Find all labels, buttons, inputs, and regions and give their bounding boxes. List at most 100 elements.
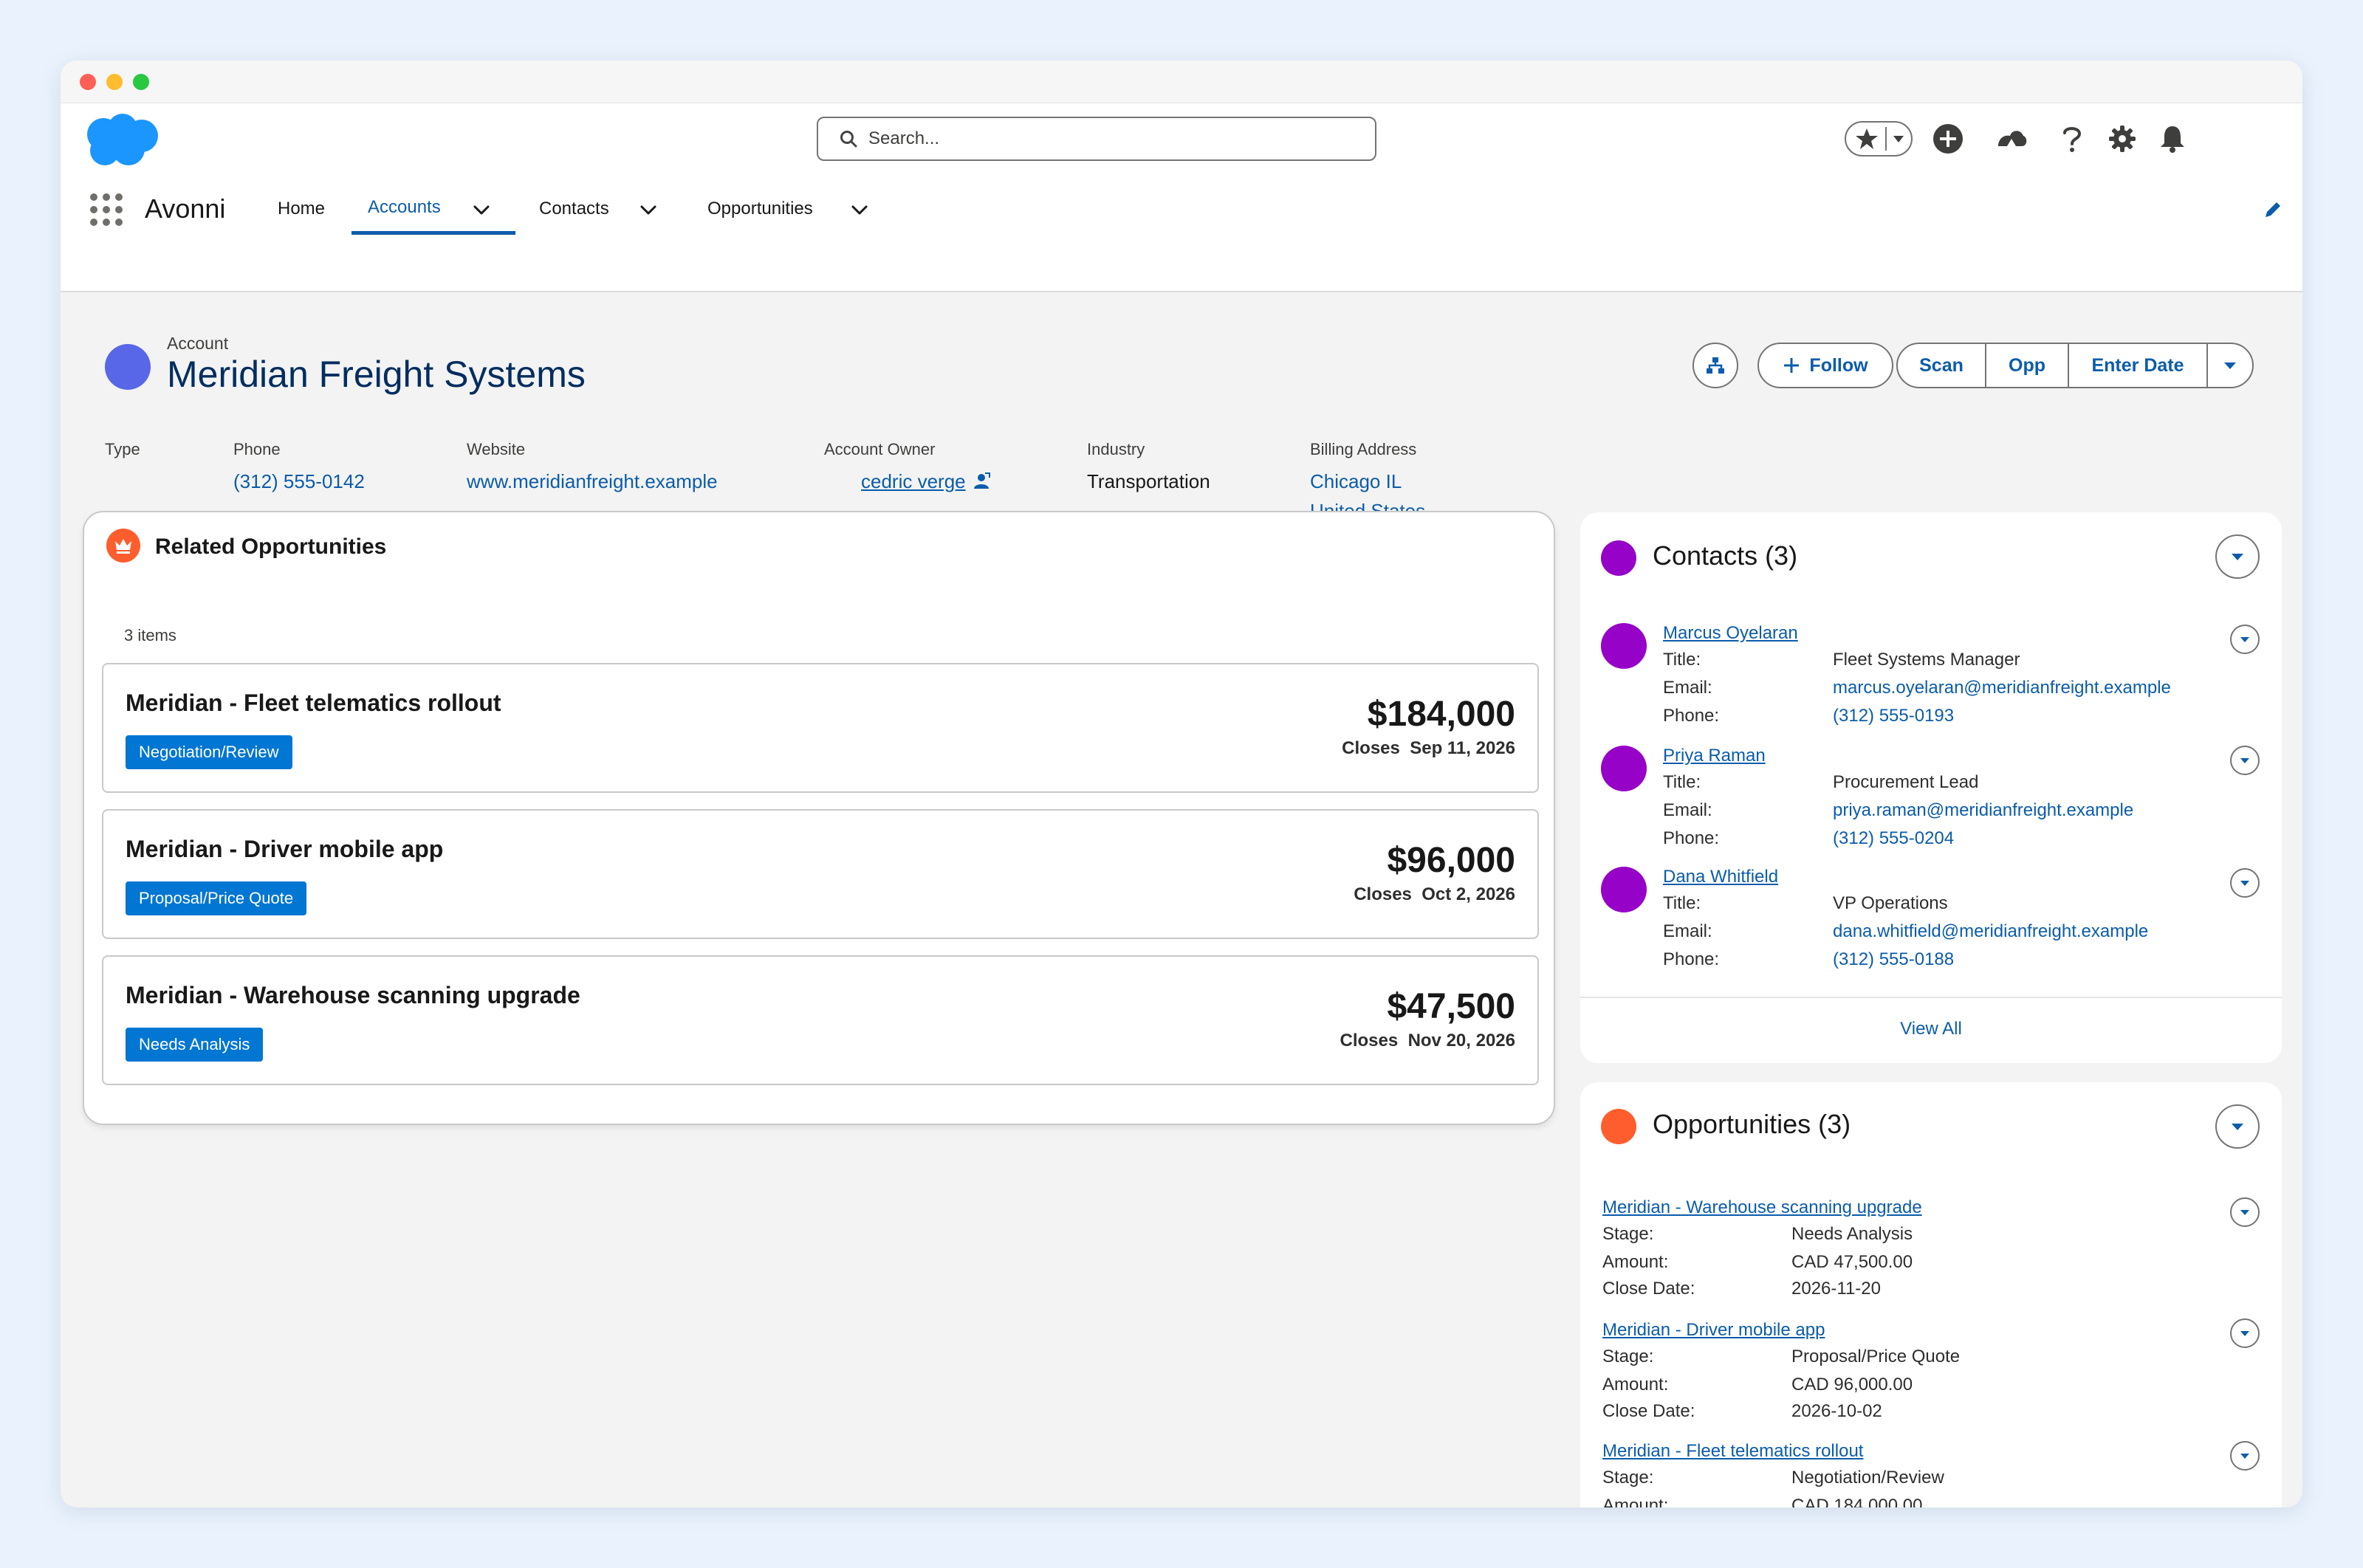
items-count: 3 items [124, 626, 176, 644]
bell-icon [2161, 126, 2184, 153]
contact-title-label: Title: [1663, 650, 1701, 670]
contacts-related-list: Contacts (3) Marcus Oyelaran Title: Flee… [1580, 512, 2282, 1063]
contact-title-value: Fleet Systems Manager [1833, 650, 2020, 670]
opportunity-tile[interactable]: Meridian - Driver mobile app Proposal/Pr… [102, 809, 1539, 939]
follow-button[interactable]: Follow [1757, 343, 1893, 388]
stage-value: Negotiation/Review [1791, 1468, 1944, 1488]
close-date-value: 2026-10-02 [1791, 1401, 1882, 1421]
opp-button[interactable]: Opp [1986, 344, 2069, 387]
nav-tab-contacts-label: Contacts [539, 199, 609, 219]
industry-value: Transportation [1087, 470, 1210, 492]
opportunity-name-link[interactable]: Meridian - Fleet telematics rollout [1602, 1441, 1863, 1462]
related-opportunities-card: Related Opportunities 3 items Meridian -… [83, 511, 1555, 1125]
contact-phone-label: Phone: [1663, 828, 1720, 848]
trailhead-button[interactable] [1994, 117, 2029, 161]
opportunity-tile-name[interactable]: Meridian - Driver mobile app [126, 836, 443, 863]
favorites-button[interactable] [1845, 117, 1913, 161]
contact-phone-label: Phone: [1663, 949, 1720, 969]
contact-title-label: Title: [1663, 772, 1701, 792]
opportunity-crown-icon [106, 529, 140, 563]
opportunity-name-link[interactable]: Meridian - Warehouse scanning upgrade [1602, 1197, 1922, 1218]
notifications-button[interactable] [2155, 117, 2190, 161]
nav-tab-contacts[interactable]: Contacts [539, 183, 609, 235]
more-actions-button[interactable] [2208, 344, 2252, 387]
scan-button[interactable]: Scan [1898, 344, 1986, 387]
nav-tab-opportunities[interactable]: Opportunities [707, 183, 813, 235]
opportunity-tile[interactable]: Meridian - Fleet telematics rollout Nego… [102, 663, 1539, 793]
contact-email-link[interactable]: dana.whitfield@meridianfreight.example [1833, 921, 2148, 942]
opportunity-row-menu-button[interactable] [2230, 1318, 2260, 1348]
chevron-down-icon[interactable] [638, 199, 659, 220]
view-all-contacts-link[interactable]: View All [1580, 1019, 2282, 1039]
nav-tab-accounts-label: Accounts [368, 196, 441, 217]
contacts-menu-button[interactable] [2215, 534, 2260, 579]
opportunity-tile-amount: $184,000 [1367, 695, 1515, 734]
owner-link[interactable]: cedric verge [861, 467, 966, 496]
opportunities-menu-button[interactable] [2215, 1104, 2260, 1149]
stage-label: Stage: [1602, 1468, 1654, 1488]
opportunity-tile-amount: $47,500 [1387, 987, 1515, 1026]
app-launcher-icon[interactable] [90, 193, 123, 226]
caret-down-icon [2240, 1210, 2249, 1215]
chevron-down-icon[interactable] [471, 199, 492, 220]
website-label: Website [467, 440, 526, 458]
enter-date-label: Enter Date [2091, 354, 2184, 376]
global-actions-button[interactable] [1930, 117, 1966, 161]
phone-link[interactable]: (312) 555-0142 [233, 467, 365, 496]
stage-label: Stage: [1602, 1347, 1654, 1366]
contact-phone-link[interactable]: (312) 555-0204 [1833, 828, 1954, 849]
stage-badge: Needs Analysis [126, 1028, 264, 1062]
contact-phone-link[interactable]: (312) 555-0188 [1833, 949, 1954, 970]
enter-date-button[interactable]: Enter Date [2069, 344, 2208, 387]
app-navigation: Avonni Home Accounts Contacts Opportunit… [61, 183, 2302, 236]
closes-label: Closes [1354, 884, 1412, 904]
caret-down-icon [2232, 1124, 2243, 1130]
setup-button[interactable] [2105, 117, 2140, 161]
opportunity-row-menu-button[interactable] [2230, 1441, 2260, 1471]
contact-name-link[interactable]: Priya Raman [1663, 746, 1766, 766]
global-header: Search... Avonni Home Accounts Contacts … [61, 103, 2302, 292]
contact-phone-label: Phone: [1663, 706, 1720, 726]
contact-row-menu-button[interactable] [2230, 746, 2260, 775]
amount-value: CAD 184,000.00 [1791, 1496, 1923, 1507]
contact-phone-link[interactable]: (312) 555-0193 [1833, 706, 1954, 726]
record-header: Account Meridian Freight Systems Follow [61, 292, 2302, 522]
highlight-website: Website www.meridianfreight.example [467, 440, 718, 496]
opportunity-row-menu-button[interactable] [2230, 1197, 2260, 1227]
edit-nav-pencil-icon[interactable] [2263, 199, 2283, 220]
window-titlebar [61, 61, 2302, 103]
gear-icon [2109, 125, 2136, 152]
opportunity-tile[interactable]: Meridian - Warehouse scanning upgrade Ne… [102, 955, 1539, 1085]
opportunity-tile-close: Closes Oct 2, 2026 [1354, 884, 1515, 905]
owner-label: Account Owner [824, 440, 936, 458]
minimize-window-button[interactable] [106, 74, 123, 90]
hierarchy-button[interactable] [1692, 343, 1738, 388]
close-window-button[interactable] [80, 74, 96, 90]
billing-line1-link[interactable]: Chicago IL [1310, 467, 1425, 496]
opportunity-tile-name[interactable]: Meridian - Fleet telematics rollout [126, 690, 501, 717]
contact-row-menu-button[interactable] [2230, 625, 2260, 654]
help-button[interactable] [2054, 117, 2090, 161]
website-link[interactable]: www.meridianfreight.example [467, 467, 718, 496]
contact-row-menu-button[interactable] [2230, 868, 2260, 898]
chevron-down-icon[interactable] [849, 199, 870, 220]
change-owner-icon[interactable] [972, 472, 991, 491]
salesforce-cloud-icon[interactable] [81, 111, 162, 170]
contact-name-link[interactable]: Dana Whitfield [1663, 867, 1778, 887]
contact-name-link[interactable]: Marcus Oyelaran [1663, 623, 1798, 644]
contact-email-link[interactable]: priya.raman@meridianfreight.example [1833, 800, 2133, 821]
caret-down-icon [2240, 881, 2249, 886]
nav-tab-home[interactable]: Home [278, 183, 325, 235]
global-search-input[interactable]: Search... [817, 117, 1376, 161]
star-icon [1845, 121, 1913, 157]
opportunity-tile-name[interactable]: Meridian - Warehouse scanning upgrade [126, 982, 580, 1009]
close-date: Sep 11, 2026 [1410, 738, 1515, 758]
contact-title-label: Title: [1663, 893, 1701, 913]
industry-label: Industry [1087, 440, 1145, 458]
contact-email-link[interactable]: marcus.oyelaran@meridianfreight.example [1833, 678, 2171, 698]
contact-avatar [1601, 746, 1647, 791]
caret-down-icon [2240, 1331, 2249, 1336]
maximize-window-button[interactable] [133, 74, 149, 90]
opportunity-name-link[interactable]: Meridian - Driver mobile app [1602, 1320, 1825, 1341]
close-date-value: 2026-11-20 [1791, 1279, 1881, 1299]
